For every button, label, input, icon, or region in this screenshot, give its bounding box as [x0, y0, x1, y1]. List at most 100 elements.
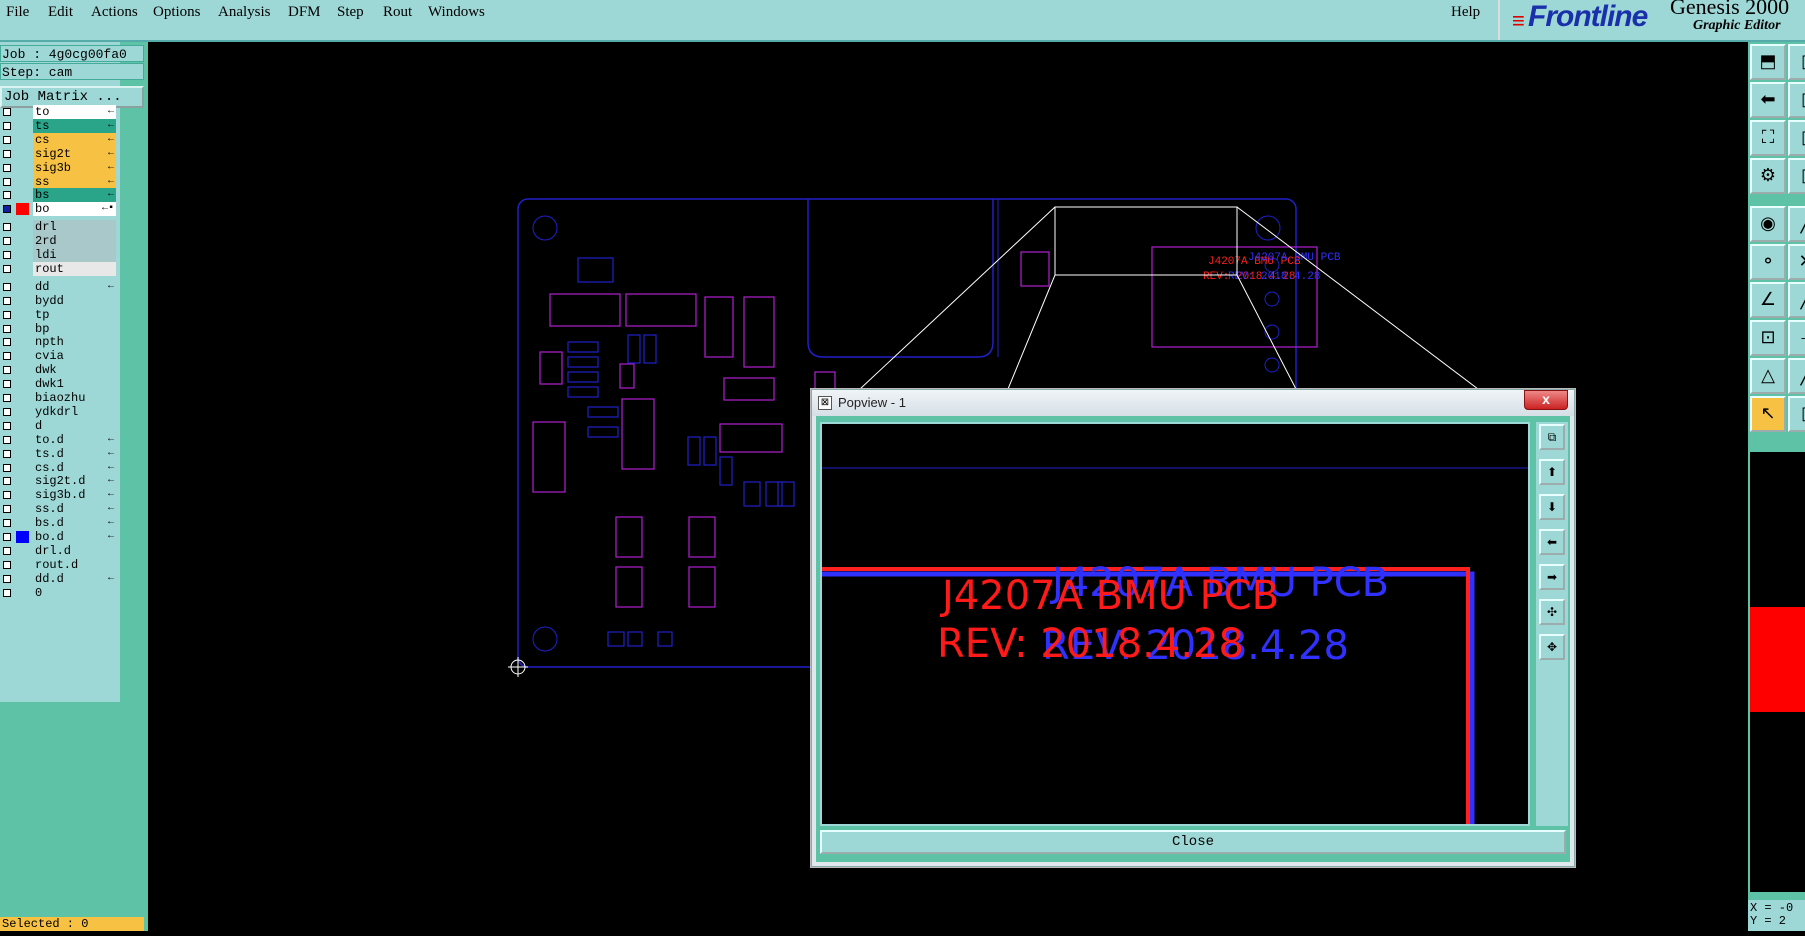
- layer-row-0[interactable]: 0: [0, 585, 118, 600]
- layer-row-ss[interactable]: ss ←: [0, 174, 118, 189]
- layer-name[interactable]: sig2t.d ←: [33, 474, 116, 489]
- layer-checkbox[interactable]: [3, 108, 11, 116]
- layer-row-drl.d[interactable]: drl.d: [0, 543, 118, 558]
- layer-color-swatch[interactable]: [16, 336, 29, 348]
- layer-name[interactable]: npth: [33, 335, 116, 350]
- layer-row-tp[interactable]: tp: [0, 307, 118, 322]
- layer-color-swatch[interactable]: [16, 295, 29, 307]
- layer-checkbox[interactable]: [3, 519, 11, 528]
- tool-icon[interactable]: ✕: [1788, 244, 1805, 280]
- menu-actions[interactable]: Actions: [91, 4, 138, 21]
- layer-color-swatch[interactable]: [16, 364, 29, 376]
- layer-name[interactable]: bydd: [33, 293, 116, 308]
- menu-options[interactable]: Options: [153, 4, 201, 21]
- layer-row-sig3b[interactable]: sig3b ←: [0, 160, 118, 175]
- layer-color-swatch[interactable]: [16, 573, 29, 585]
- layer-row-dd[interactable]: dd ←: [0, 279, 118, 294]
- layer-name[interactable]: dwk1: [33, 377, 116, 392]
- line-icon[interactable]: ╱: [1788, 358, 1805, 394]
- layer-name[interactable]: to ←: [33, 105, 116, 119]
- layer-name[interactable]: ydkdrl: [33, 404, 116, 419]
- layer-color-swatch[interactable]: [16, 475, 29, 487]
- layer-color-swatch[interactable]: [16, 309, 29, 321]
- menu-rout[interactable]: Rout: [383, 4, 412, 21]
- overview-viewport[interactable]: [1750, 607, 1805, 712]
- layer-name[interactable]: sig3b.d ←: [33, 488, 116, 503]
- layer-color-swatch[interactable]: [16, 148, 29, 160]
- layer-color-swatch[interactable]: [16, 448, 29, 460]
- layer-row-ts.d[interactable]: ts.d ←: [0, 446, 118, 461]
- layer-checkbox[interactable]: [3, 366, 11, 375]
- layer-color-swatch[interactable]: [16, 350, 29, 362]
- zoom-in-icon[interactable]: ✥: [1539, 634, 1565, 660]
- layer-color-swatch[interactable]: [16, 176, 29, 188]
- layer-row-ydkdrl[interactable]: ydkdrl: [0, 404, 118, 419]
- layer-row-dwk[interactable]: dwk: [0, 363, 118, 378]
- layer-checkbox[interactable]: [3, 121, 11, 130]
- layer-checkbox[interactable]: [3, 421, 11, 430]
- layer-color-swatch[interactable]: [16, 462, 29, 474]
- layer-row-to[interactable]: to ←: [0, 105, 118, 119]
- layer-checkbox[interactable]: [3, 310, 11, 319]
- layer-checkbox[interactable]: [3, 463, 11, 472]
- layer-row-npth[interactable]: npth: [0, 335, 118, 350]
- layer-name[interactable]: rout.d: [33, 557, 116, 572]
- layer-color-swatch[interactable]: [16, 221, 29, 233]
- menu-windows[interactable]: Windows: [428, 4, 485, 21]
- pan-right-icon[interactable]: ➡: [1539, 564, 1565, 590]
- layer-color-swatch[interactable]: [16, 503, 29, 515]
- layer-name[interactable]: dd.d ←: [33, 571, 116, 586]
- layer-checkbox[interactable]: [3, 338, 11, 347]
- layer-name[interactable]: d: [33, 418, 116, 433]
- layer-checkbox[interactable]: [3, 588, 11, 597]
- connect-icon[interactable]: ⚬: [1750, 244, 1786, 280]
- layer-color-swatch[interactable]: [16, 517, 29, 529]
- tool-icon[interactable]: –: [1788, 320, 1805, 356]
- layer-color-swatch[interactable]: [16, 263, 29, 275]
- layer-name[interactable]: drl.d: [33, 543, 116, 558]
- layer-color-swatch[interactable]: [16, 162, 29, 174]
- layer-row-ss.d[interactable]: ss.d ←: [0, 502, 118, 517]
- layer-color-swatch[interactable]: [16, 420, 29, 432]
- layer-color-swatch[interactable]: [16, 134, 29, 146]
- layer-row-bp[interactable]: bp: [0, 321, 118, 336]
- layer-checkbox[interactable]: [3, 223, 11, 232]
- layer-checkbox[interactable]: [3, 205, 11, 214]
- pan-left-icon[interactable]: ⬅: [1539, 529, 1565, 555]
- layer-name[interactable]: dd ←: [33, 279, 116, 294]
- settings-icon[interactable]: ⚙: [1750, 158, 1786, 194]
- layer-row-dwk1[interactable]: dwk1: [0, 377, 118, 392]
- layer-row-sig2t[interactable]: sig2t ←: [0, 146, 118, 161]
- layer-color-swatch[interactable]: [16, 406, 29, 418]
- layer-checkbox[interactable]: [3, 546, 11, 555]
- measure-icon[interactable]: ∠: [1750, 282, 1786, 318]
- zoom-fit-icon[interactable]: ⛶: [1750, 120, 1786, 156]
- layer-checkbox[interactable]: [3, 449, 11, 458]
- layer-checkbox[interactable]: [3, 237, 11, 246]
- layer-row-dd.d[interactable]: dd.d ←: [0, 571, 118, 586]
- layer-name[interactable]: 2rd: [33, 234, 116, 249]
- record-icon[interactable]: ◉: [1750, 206, 1786, 242]
- layer-row-bs[interactable]: bs ←: [0, 188, 118, 203]
- layer-row-bydd[interactable]: bydd: [0, 293, 118, 308]
- layer-row-bo[interactable]: bo ←▪: [0, 202, 118, 217]
- line-icon[interactable]: ╱: [1788, 282, 1805, 318]
- layer-row-to.d[interactable]: to.d ←: [0, 432, 118, 447]
- layer-name[interactable]: bo.d ←: [33, 530, 116, 544]
- layer-name[interactable]: 0: [33, 585, 116, 600]
- close-icon[interactable]: x: [1524, 390, 1568, 410]
- layer-name[interactable]: tp: [33, 307, 116, 322]
- layer-name[interactable]: ts ←: [33, 118, 116, 133]
- layer-checkbox[interactable]: [3, 505, 11, 514]
- layer-row-cvia[interactable]: cvia: [0, 349, 118, 364]
- layer-name[interactable]: sig3b ←: [33, 160, 116, 175]
- layer-checkbox[interactable]: [3, 296, 11, 305]
- layer-checkbox[interactable]: [3, 477, 11, 486]
- menu-edit[interactable]: Edit: [48, 4, 73, 21]
- layer-checkbox[interactable]: [3, 177, 11, 186]
- layer-name[interactable]: ss.d ←: [33, 502, 116, 517]
- layer-color-swatch[interactable]: [16, 189, 29, 201]
- layer-row-drl[interactable]: drl: [0, 220, 118, 235]
- layer-color-swatch[interactable]: [16, 434, 29, 446]
- layer-name[interactable]: cs ←: [33, 132, 116, 147]
